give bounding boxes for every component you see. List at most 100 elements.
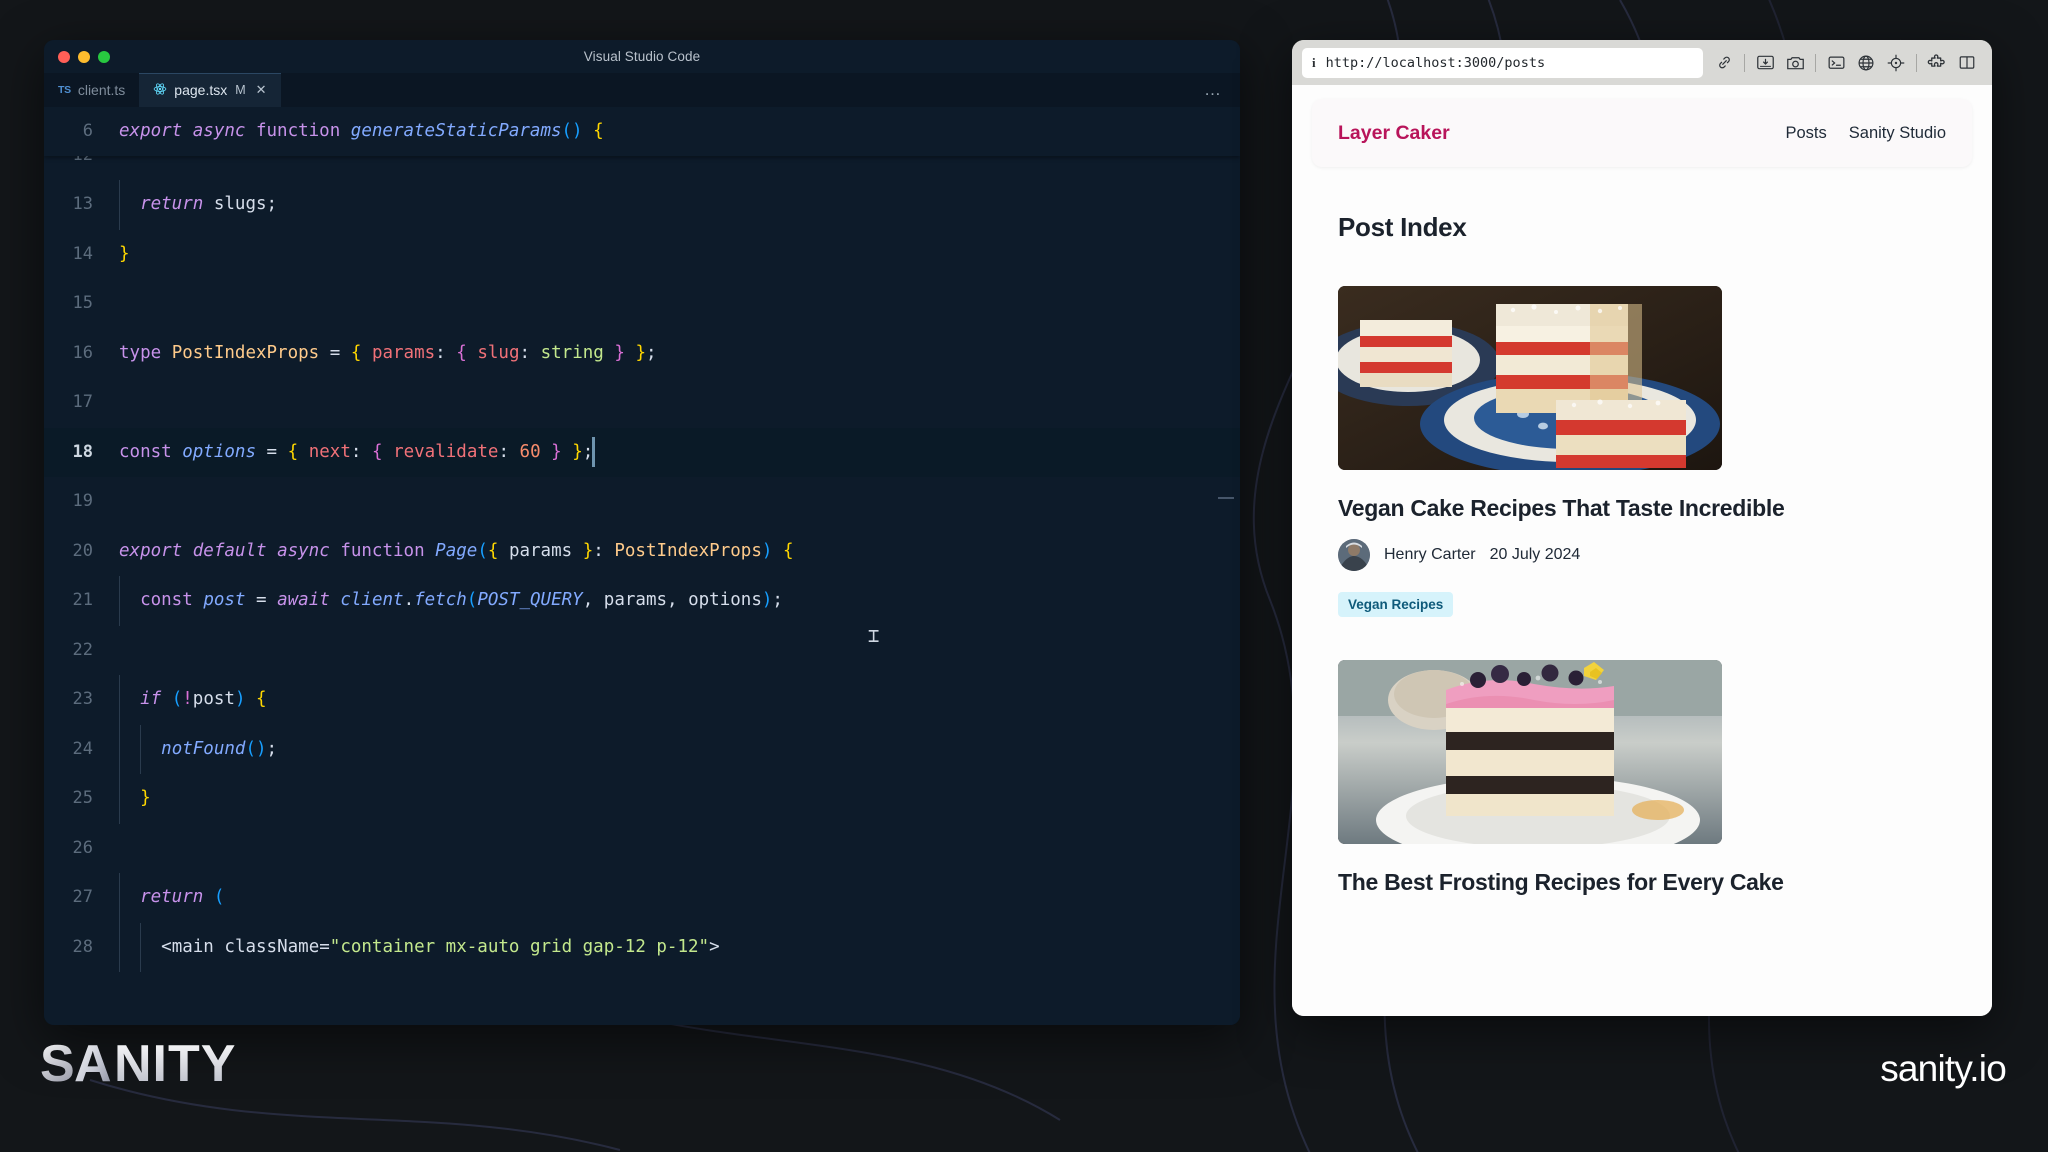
code-line[interactable]: 25 } (44, 774, 1240, 824)
vscode-window: Visual Studio Code TS client.ts page.tsx… (44, 40, 1240, 1025)
minimap-marker (1218, 497, 1234, 499)
code-text: if (!post) { (140, 689, 267, 709)
code-editor[interactable]: 11 .fetch(POSTS_SLUGS_QUERY);1213 return… (44, 107, 1240, 1025)
nav-link-posts[interactable]: Posts (1785, 124, 1826, 143)
nav-link-sanity-studio[interactable]: Sanity Studio (1849, 124, 1946, 143)
code-line[interactable]: 13 return slugs; (44, 180, 1240, 230)
line-number: 28 (72, 936, 93, 957)
split-panel-icon[interactable] (1952, 48, 1982, 78)
line-number: 6 (82, 121, 93, 141)
code-line[interactable]: 23 if (!post) { (44, 675, 1240, 725)
tab-label: page.tsx (174, 82, 228, 98)
line-number: 24 (72, 738, 93, 759)
tab-label: client.ts (77, 82, 126, 98)
browser-window: i http://localhost:3000/posts Layer Cake… (1292, 40, 1992, 1016)
avatar (1338, 539, 1370, 571)
line-number: 23 (72, 689, 93, 709)
code-text: } (140, 788, 151, 808)
info-icon[interactable]: i (1312, 55, 1316, 71)
puzzle-extension-icon[interactable] (1922, 48, 1952, 78)
post-title[interactable]: The Best Frosting Recipes for Every Cake (1338, 869, 1946, 896)
editor-more-actions[interactable]: … (1186, 73, 1240, 107)
code-line[interactable]: 20 export default async function Page({ p… (44, 527, 1240, 577)
code-line[interactable]: 22 (44, 626, 1240, 676)
code-text: const post = await client.fetch(POST_QUE… (140, 590, 783, 610)
code-line[interactable]: 17 (44, 378, 1240, 428)
text-cursor-ibeam: ⌶ (868, 625, 880, 647)
code-line[interactable]: 27 return ( (44, 873, 1240, 923)
line-number: 26 (72, 837, 93, 858)
inspect-target-icon[interactable] (1881, 48, 1911, 78)
image-capture-icon[interactable] (1750, 48, 1780, 78)
code-text: } (119, 243, 130, 264)
page-title: Post Index (1338, 212, 1467, 242)
toolbar-divider (1815, 53, 1816, 72)
sanity-logo: S A NITY (40, 1035, 290, 1097)
svg-text:A: A (74, 1036, 113, 1092)
tab-page-tsx[interactable]: page.tsx M ✕ (139, 73, 281, 107)
post-card[interactable]: Vegan Cake Recipes That Taste Incredible… (1338, 286, 1946, 617)
post-tag[interactable]: Vegan Recipes (1338, 592, 1454, 617)
code-line[interactable]: 19 (44, 477, 1240, 527)
tab-modified-indicator: M (235, 83, 246, 97)
line-number: 16 (72, 342, 93, 363)
code-text: type PostIndexProps = { params: { slug: … (119, 342, 657, 363)
cake-photo-2 (1338, 660, 1722, 844)
address-bar[interactable]: i http://localhost:3000/posts (1302, 47, 1703, 78)
line-number: 15 (72, 293, 93, 313)
link-icon[interactable] (1709, 48, 1739, 78)
browser-tool-icons (1703, 48, 1982, 78)
terminal-icon[interactable] (1821, 48, 1851, 78)
code-line[interactable]: 21 const post = await client.fetch(POST_… (44, 576, 1240, 626)
line-number: 25 (72, 788, 93, 808)
tab-client-ts[interactable]: TS client.ts (44, 73, 140, 107)
line-number: 21 (72, 590, 93, 610)
post-date: 20 July 2024 (1489, 546, 1581, 563)
code-line[interactable]: 15 (44, 279, 1240, 329)
post-card[interactable]: The Best Frosting Recipes for Every Cake (1338, 660, 1946, 896)
toolbar-divider (1744, 53, 1745, 72)
close-icon[interactable]: ✕ (256, 82, 267, 98)
code-line[interactable]: 18 const options = { next: { revalidate: … (44, 427, 1240, 478)
url-text: http://localhost:3000/posts (1325, 54, 1546, 71)
code-text: export default async function Page({ par… (119, 540, 794, 561)
line-number: 27 (72, 887, 93, 907)
code-line[interactable]: 26 (44, 824, 1240, 874)
code-text: <main className="container mx-auto grid … (161, 936, 720, 957)
window-title: Visual Studio Code (583, 49, 701, 64)
avatar-image (1338, 539, 1370, 571)
globe-icon[interactable] (1851, 48, 1881, 78)
browser-viewport: Layer Caker Posts Sanity Studio Post Ind… (1292, 85, 1992, 1016)
react-icon (153, 82, 167, 99)
sanity-io-url: sanity.io (1880, 1048, 2007, 1089)
sticky-line-code: export async function generateStaticPara… (119, 121, 604, 141)
post-meta: Henry Carter 20 July 2024 (1338, 539, 1946, 571)
post-thumbnail[interactable] (1338, 286, 1722, 470)
line-number: 20 (72, 540, 93, 561)
toolbar-divider (1916, 53, 1917, 72)
post-title[interactable]: Vegan Cake Recipes That Taste Incredible (1338, 495, 1946, 522)
code-text: notFound(); (161, 738, 278, 759)
code-text: return slugs; (140, 194, 278, 214)
code-line[interactable]: 24 notFound(); (44, 724, 1240, 774)
code-line[interactable]: 14} (44, 230, 1240, 280)
camera-icon[interactable] (1780, 48, 1810, 78)
code-line[interactable]: 16 type PostIndexProps = { params: { slug… (44, 329, 1240, 379)
code-line[interactable]: 28 <main className="container mx-auto gr… (44, 922, 1240, 972)
sanity-wordmark: S A NITY (40, 1035, 236, 1093)
post-author: Henry Carter (1384, 546, 1476, 563)
line-number: 14 (72, 243, 93, 264)
cake-photo-1 (1338, 286, 1722, 470)
site-nav: Posts Sanity Studio (1785, 124, 1946, 143)
line-number: 18 (72, 441, 93, 462)
post-thumbnail[interactable] (1338, 660, 1722, 844)
code-text: return ( (140, 887, 225, 907)
sticky-scroll-header: 6 export async function generateStaticPa… (44, 107, 1240, 156)
svg-text:NITY: NITY (114, 1036, 236, 1092)
line-number: 19 (72, 491, 93, 511)
code-text: const options = { next: { revalidate: 60… (119, 428, 596, 478)
code-lines: 11 .fetch(POSTS_SLUGS_QUERY);1213 return… (44, 107, 1240, 972)
site-brand[interactable]: Layer Caker (1338, 122, 1450, 145)
svg-text:S: S (40, 1036, 76, 1092)
line-number: 17 (72, 392, 93, 412)
